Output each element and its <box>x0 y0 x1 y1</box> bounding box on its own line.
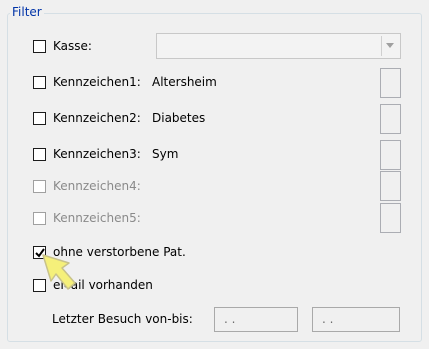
kennzeichen3-label: Kennzeichen3: <box>53 147 141 161</box>
last-visit-from-input[interactable]: . . <box>214 307 298 332</box>
kennzeichen4-checkbox <box>33 180 46 193</box>
kennzeichen4-field <box>380 171 401 201</box>
kennzeichen1-label: Kennzeichen1: <box>53 75 141 89</box>
kennzeichen2-field[interactable] <box>380 104 401 134</box>
kennzeichen5-field <box>380 203 401 233</box>
kennzeichen3-value: Sym <box>152 147 179 161</box>
kennzeichen1-field[interactable] <box>380 68 401 98</box>
kennzeichen3-field[interactable] <box>380 140 401 170</box>
pointer-arrow-icon <box>42 254 76 290</box>
kennzeichen3-checkbox[interactable] <box>33 148 46 161</box>
combo-dropdown-button[interactable] <box>381 36 398 56</box>
kennzeichen4-label: Kennzeichen4: <box>53 179 141 193</box>
last-visit-label: Letzter Besuch von-bis: <box>52 312 193 326</box>
kennzeichen5-checkbox <box>33 212 46 225</box>
kasse-label: Kasse: <box>53 39 92 53</box>
kennzeichen1-value: Altersheim <box>152 75 217 89</box>
kasse-checkbox[interactable] <box>33 40 46 53</box>
kasse-combobox[interactable] <box>156 33 401 59</box>
filter-title: Filter <box>10 4 44 20</box>
kennzeichen5-label: Kennzeichen5: <box>53 211 141 225</box>
chevron-down-icon <box>386 43 394 48</box>
kennzeichen1-checkbox[interactable] <box>33 76 46 89</box>
kennzeichen2-value: Diabetes <box>152 111 206 125</box>
last-visit-to-input[interactable]: . . <box>312 307 400 332</box>
kennzeichen2-label: Kennzeichen2: <box>53 111 141 125</box>
kennzeichen2-checkbox[interactable] <box>33 112 46 125</box>
